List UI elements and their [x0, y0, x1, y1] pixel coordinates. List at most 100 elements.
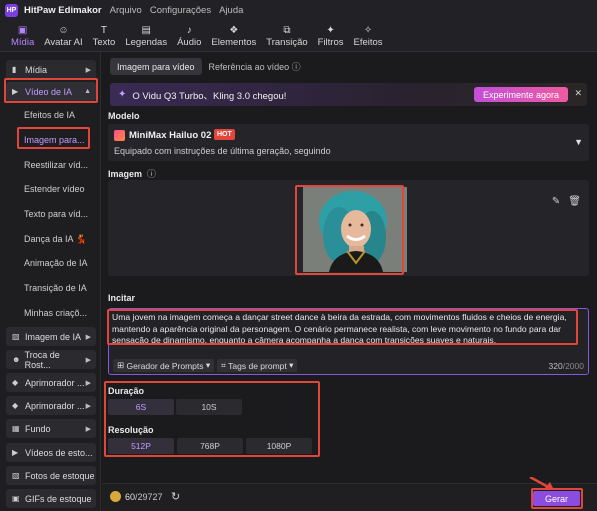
sidebar-sub-texto-para-video[interactable]: Texto para víd...	[24, 207, 96, 221]
tool-elementos[interactable]: ❖ Elementos	[206, 21, 261, 51]
tool-avatar-ai[interactable]: ☺ Avatar AI	[39, 21, 87, 51]
chevron-right-icon: ▶	[85, 379, 91, 387]
sidebar-item-fundo[interactable]: ▦ Fundo ▶	[6, 419, 96, 438]
image-upload-area[interactable]: ✎ 🗑	[108, 180, 589, 276]
tag-icon: ⌗	[221, 360, 226, 370]
sidebar-sub-reestilizar[interactable]: Reestilizar víd...	[24, 158, 96, 172]
tool-legendas[interactable]: ▤ Legendas	[120, 21, 172, 51]
try-now-button[interactable]: Experimente agora	[473, 87, 568, 102]
elements-icon: ❖	[229, 24, 239, 36]
sidebar-sub-danca-da-ia[interactable]: Dança da IA 💃	[24, 232, 96, 246]
model-name: MiniMax Hailuo 02	[129, 130, 212, 141]
sidebar-item-aprimorador-1[interactable]: ◆ Aprimorador ... ▶	[6, 373, 96, 392]
hot-badge: HOT	[214, 129, 235, 140]
tool-texto[interactable]: T Texto	[88, 21, 121, 51]
tab-referencia-ao-video[interactable]: Referência ao vídeo ⓘ	[202, 58, 308, 75]
image-icon: ▧	[12, 332, 20, 341]
credits-display: 60/29727	[110, 491, 163, 502]
music-icon: ♪	[186, 24, 192, 36]
app-logo: HP	[5, 4, 18, 17]
duration-10s[interactable]: 10S	[176, 399, 242, 415]
main-panel: Imagem para vídeo Referência ao vídeo ⓘ …	[102, 52, 597, 511]
chevron-down-icon[interactable]: ▼	[574, 137, 583, 147]
sidebar-sub-minhas-criacoes[interactable]: Minhas criaçõ...	[24, 306, 96, 320]
menu-configuracoes[interactable]: Configurações	[150, 5, 211, 16]
resolution-1080p[interactable]: 1080P	[246, 438, 312, 454]
model-selector[interactable]: MiniMax Hailuo 02 HOT Equipado com instr…	[108, 124, 589, 161]
image-label: Imagem ⓘ	[108, 169, 157, 179]
tool-midia[interactable]: ▣ Mídia	[6, 21, 39, 51]
sidebar-sub-estender-video[interactable]: Estender vídeo	[24, 182, 96, 196]
bottom-bar: 60/29727 ↻ Gerar	[102, 477, 597, 511]
avatar-icon: ☺	[58, 24, 69, 36]
generator-icon: ⊞	[117, 360, 125, 370]
sidebar-item-videos-de-estoque[interactable]: ▶ Vídeos de esto...	[6, 443, 96, 462]
tool-filtros[interactable]: ✦ Filtros	[313, 21, 349, 51]
prompt-generator-button[interactable]: ⊞ Gerador de Prompts ▾	[113, 359, 215, 372]
video-icon: ▶	[12, 87, 19, 96]
arrow-pointer-icon	[529, 477, 554, 490]
menu-ajuda[interactable]: Ajuda	[219, 5, 243, 16]
sidebar-sub-transicao-de-ia[interactable]: Transição de IA	[24, 281, 96, 295]
sidebar-item-aprimorador-2[interactable]: ◆ Aprimorador ... ▶	[6, 396, 96, 415]
info-icon: ⓘ	[147, 169, 157, 179]
sidebar-item-fotos-de-estoque[interactable]: ▧ Fotos de estoque	[6, 466, 96, 485]
sidebar-sub-animacao-de-ia[interactable]: Animação de IA	[24, 256, 96, 270]
title-bar: HP HitPaw Edimakor Arquivo Configurações…	[0, 0, 597, 21]
caret-down-icon: ▾	[205, 360, 211, 370]
banner-text: O Vidu Q3 Turbo、Kling 3.0 chegou!	[132, 90, 287, 102]
chevron-right-icon: ▶	[85, 356, 91, 364]
chevron-right-icon: ▶	[85, 66, 91, 74]
tool-efeitos[interactable]: ✧ Efeitos	[349, 21, 388, 51]
model-description: Equipado com instruções de última geraçã…	[114, 146, 331, 156]
enhancer-icon: ◆	[12, 378, 19, 387]
captions-icon: ▤	[141, 24, 151, 36]
mode-tabs: Imagem para vídeo Referência ao vídeo ⓘ	[110, 58, 308, 75]
sidebar-item-imagem-de-ia[interactable]: ▧ Imagem de IA ▶	[6, 327, 96, 346]
enhancer-icon: ◆	[12, 401, 19, 410]
sidebar: ▮ Mídia ▶ ▶ Vídeo de IA ▲ Efeitos de IA Imag…	[0, 52, 101, 511]
tool-audio[interactable]: ♪ Áudio	[172, 21, 206, 51]
trash-icon[interactable]: 🗑	[568, 196, 581, 207]
sidebar-sub-imagem-para-video[interactable]: Imagem para...	[24, 133, 96, 147]
sidebar-sub-efeitos-de-ia[interactable]: Efeitos de IA	[24, 108, 96, 122]
media-icon: ▣	[17, 24, 28, 36]
sidebar-item-midia[interactable]: ▮ Mídia ▶	[6, 60, 96, 79]
main-toolbar: ▣ Mídia ☺ Avatar AI T Texto ▤ Legendas ♪ Áudi…	[0, 21, 597, 52]
caret-down-icon: ▾	[289, 360, 294, 370]
minimax-logo-icon	[114, 130, 125, 141]
sparkle-icon: ✦	[118, 89, 127, 100]
text-icon: T	[100, 24, 108, 36]
background-icon: ▦	[12, 424, 20, 433]
prompt-label: Incitar	[108, 293, 136, 303]
chevron-right-icon: ▶	[85, 333, 91, 341]
sidebar-item-video-de-ia[interactable]: ▶ Vídeo de IA ▲	[6, 82, 96, 101]
close-icon[interactable]: ✕	[574, 88, 582, 99]
tab-imagem-para-video[interactable]: Imagem para vídeo	[110, 58, 202, 75]
sidebar-item-troca-de-rosto[interactable]: ☻ Troca de Rost... ▶	[6, 350, 96, 370]
generate-button[interactable]: Gerar	[533, 491, 580, 506]
prompt-input[interactable]: Uma jovem na imagem começa a dançar stre…	[108, 308, 589, 375]
image-tools: ✎ 🗑	[552, 196, 581, 207]
duration-6s[interactable]: 6S	[108, 399, 174, 415]
chevron-up-icon: ▲	[84, 88, 91, 95]
promo-banner: ✦ O Vidu Q3 Turbo、Kling 3.0 chegou! Expe…	[110, 83, 587, 106]
prompt-tags-button[interactable]: ⌗ Tags de prompt ▾	[217, 359, 298, 372]
sidebar-item-gifs-de-estoque[interactable]: ▣ GIFs de estoque	[6, 489, 96, 508]
resolution-768p[interactable]: 768P	[177, 438, 243, 454]
resolution-512p[interactable]: 512P	[108, 438, 174, 454]
refresh-icon[interactable]: ↻	[171, 490, 180, 503]
edit-icon[interactable]: ✎	[552, 196, 560, 207]
effects-icon: ✧	[363, 24, 373, 36]
chevron-right-icon: ▶	[85, 425, 91, 433]
duration-label: Duração	[108, 386, 145, 396]
folder-icon: ▮	[12, 65, 17, 74]
filters-icon: ✦	[326, 24, 335, 36]
coin-icon	[110, 491, 121, 502]
model-label: Modelo	[108, 111, 140, 121]
char-counter: 320/2000	[548, 361, 584, 371]
tool-transicao[interactable]: ⧉ Transição	[261, 21, 312, 51]
menu-arquivo[interactable]: Arquivo	[110, 5, 142, 16]
transition-icon: ⧉	[283, 24, 291, 36]
prompt-text[interactable]: Uma jovem na imagem começa a dançar stre…	[112, 312, 582, 347]
